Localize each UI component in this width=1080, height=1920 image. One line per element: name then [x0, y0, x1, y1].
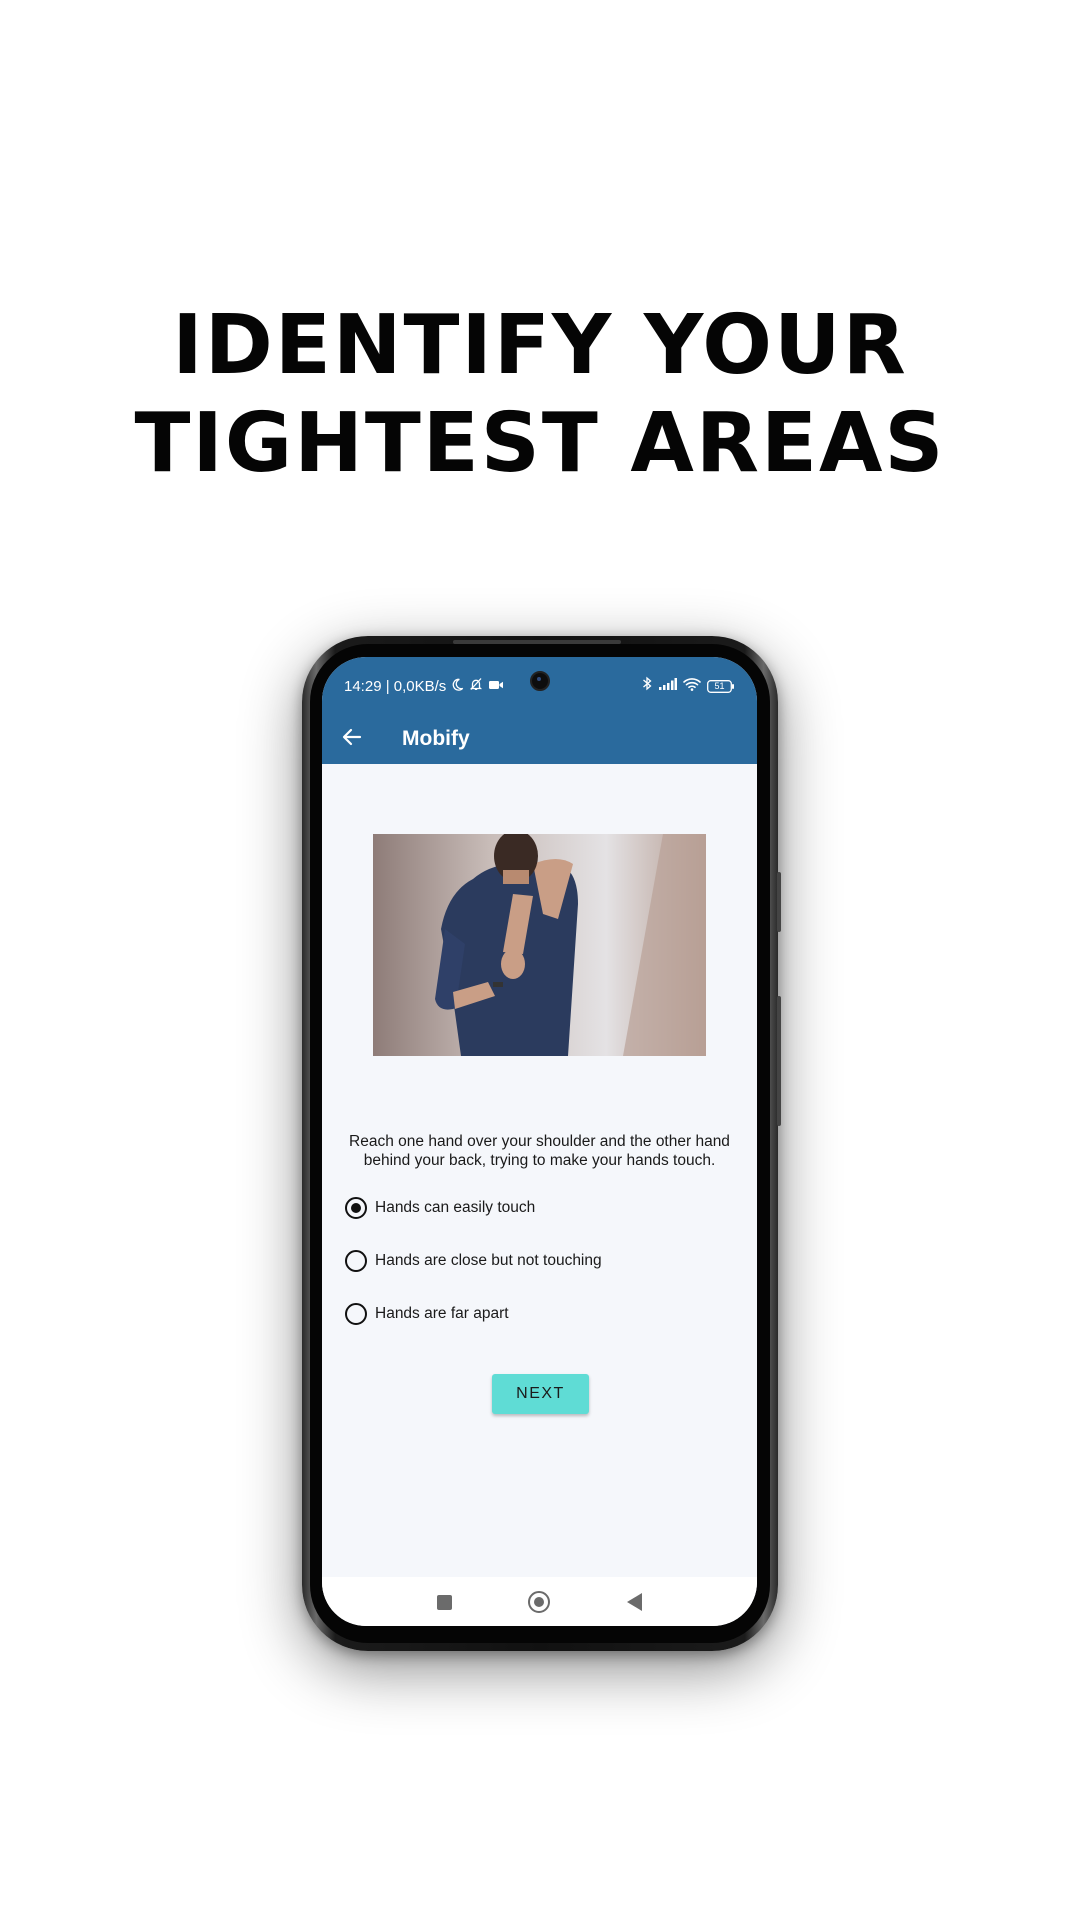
volume-button	[777, 872, 781, 932]
next-button[interactable]: NEXT	[492, 1374, 589, 1414]
system-nav-bar	[322, 1577, 757, 1626]
app-bar: Mobify	[322, 715, 757, 764]
bluetooth-icon	[642, 676, 653, 696]
option-hands-far-apart[interactable]: Hands are far apart	[345, 1300, 509, 1328]
option-label: Hands can easily touch	[375, 1199, 536, 1216]
front-camera	[530, 671, 550, 691]
radio-button[interactable]	[345, 1303, 367, 1325]
nav-back-icon[interactable]	[627, 1593, 642, 1611]
signal-icon	[659, 677, 677, 695]
battery-level: 51	[714, 680, 725, 691]
moon-icon	[451, 678, 464, 695]
back-button[interactable]	[338, 725, 366, 753]
option-label: Hands are far apart	[375, 1305, 509, 1322]
home-icon[interactable]	[528, 1591, 550, 1613]
video-icon	[488, 678, 504, 695]
option-hands-easily-touch[interactable]: Hands can easily touch	[345, 1194, 535, 1222]
status-right: 51	[642, 676, 735, 696]
headline: IDENTIFY YOUR TIGHTEST AREAS	[0, 297, 1080, 493]
option-label: Hands are close but not touching	[375, 1252, 602, 1269]
battery-icon: 51	[707, 679, 735, 693]
speaker-slot	[453, 640, 621, 644]
phone-screen: 14:29 | 0,0KB/s 51 Mobify Reach one hand…	[322, 657, 757, 1626]
wifi-icon	[683, 677, 701, 696]
power-button	[777, 996, 781, 1126]
headline-line-2: TIGHTEST AREAS	[134, 396, 946, 491]
recent-apps-icon[interactable]	[437, 1595, 452, 1610]
headline-line-1: IDENTIFY YOUR	[172, 298, 908, 393]
app-title: Mobify	[402, 727, 470, 750]
option-hands-close[interactable]: Hands are close but not touching	[345, 1247, 602, 1275]
instruction-text: Reach one hand over your shoulder and th…	[349, 1133, 730, 1169]
status-bar: 14:29 | 0,0KB/s 51	[322, 657, 757, 715]
arrow-left-icon	[342, 727, 362, 752]
exercise-photo	[373, 834, 706, 1056]
status-left: 14:29 | 0,0KB/s	[344, 677, 504, 695]
radio-button[interactable]	[345, 1250, 367, 1272]
status-time: 14:29 | 0,0KB/s	[344, 677, 447, 695]
radio-button[interactable]	[345, 1197, 367, 1219]
bell-off-icon	[469, 677, 483, 695]
